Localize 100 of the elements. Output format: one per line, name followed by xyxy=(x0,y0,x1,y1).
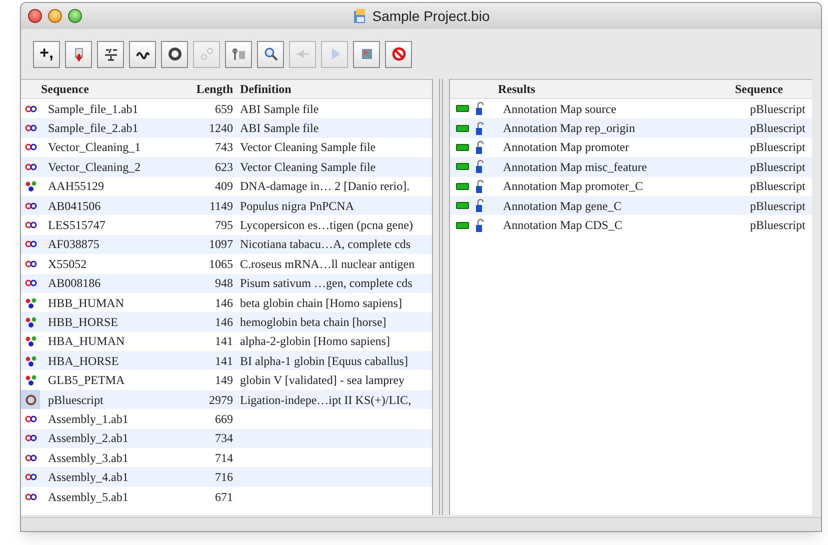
result-name: Annotation Map promoter_C xyxy=(502,178,644,196)
minimize-button[interactable] xyxy=(48,9,62,23)
sequence-name[interactable]: Assembly_3.ab1 xyxy=(40,448,145,467)
result-name: Annotation Map promoter xyxy=(502,139,630,156)
length-cell-text: 716 xyxy=(215,469,233,486)
sequence-cell-text: pBluescript xyxy=(749,100,806,118)
definition-cell-text: beta globin chain [Homo sapiens] xyxy=(239,294,402,312)
column-header[interactable]: Sequence xyxy=(21,80,145,98)
length-cell-text: 146 xyxy=(215,294,233,312)
sequence-name[interactable]: Assembly_1.ab1 xyxy=(40,410,145,428)
molecule-icon xyxy=(24,316,36,328)
molecule-icon xyxy=(24,354,36,367)
sequence-name[interactable]: AAH55129 xyxy=(40,177,145,196)
sequence-name[interactable]: Sample_file_1.ab1 xyxy=(40,100,145,118)
unlock-icon xyxy=(475,218,485,232)
sequence-name[interactable]: Assembly_4.ab1 xyxy=(40,468,145,486)
sequence-name[interactable]: Vector_Cleaning_2 xyxy=(40,158,145,176)
sequence-cell-text: pBluescript xyxy=(749,217,806,234)
length-cell-text: 149 xyxy=(215,372,233,390)
molecule-icon xyxy=(24,335,36,348)
search-icon xyxy=(262,46,278,62)
sequence-name[interactable]: GLB5_PETMA xyxy=(40,371,145,390)
sequence-name[interactable]: Vector_Cleaning_1 xyxy=(40,138,145,156)
unlock-icon xyxy=(475,160,485,174)
length-cell-text: 141 xyxy=(215,352,233,370)
sequence-name[interactable]: AB008186 xyxy=(40,274,145,292)
length-cell-text: 795 xyxy=(215,217,233,234)
ring-icon xyxy=(24,394,36,406)
length-cell-text: 714 xyxy=(215,450,233,467)
length-cell-text: 743 xyxy=(215,139,233,156)
unlock-icon xyxy=(475,199,485,212)
status-light-icon xyxy=(456,202,469,210)
sequence-cell-text: pBluescript xyxy=(749,120,806,138)
column-header[interactable]: Results xyxy=(450,80,735,98)
result-name: Annotation Map gene_C xyxy=(502,198,623,215)
sequence-name[interactable]: LES515747 xyxy=(40,216,145,234)
unlock-icon xyxy=(475,180,485,193)
definition-cell-text: alpha-2-globin [Homo sapiens] xyxy=(239,333,390,350)
sequence-cell-text: pBluescript xyxy=(749,198,806,215)
bars-button[interactable] xyxy=(225,40,252,68)
definition-cell-text: ABI Sample file xyxy=(239,100,319,118)
sequence-name[interactable]: Assembly_5.ab1 xyxy=(40,488,145,506)
sequence-name[interactable]: HBB_HORSE xyxy=(40,312,145,331)
molecule-icon xyxy=(24,374,36,386)
column-header[interactable]: Length xyxy=(145,80,235,98)
status-light-icon xyxy=(456,105,469,112)
definition-cell-text: ABI Sample file xyxy=(239,120,319,138)
sequence-name[interactable]: X55052 xyxy=(40,254,145,273)
result-name: Annotation Map misc_feature xyxy=(502,158,648,176)
document-button[interactable] xyxy=(65,40,92,68)
sequence-name[interactable]: Assembly_2.ab1 xyxy=(40,429,145,448)
definition-cell-text: C.roseus mRNA…ll nuclear antigen xyxy=(239,256,415,273)
ring-icon xyxy=(166,46,182,62)
definition-cell-text: Lycopersicon es…tigen (pcna gene) xyxy=(239,217,413,234)
ring-button[interactable] xyxy=(161,40,188,68)
definition-cell-text: Populus nigra PnPCNA xyxy=(239,198,354,215)
result-name: Annotation Map CDS_C xyxy=(502,217,624,234)
close-button[interactable] xyxy=(28,9,42,23)
molecule-icon xyxy=(24,296,36,309)
unlock-icon xyxy=(475,140,485,154)
status-light-icon xyxy=(456,124,469,132)
sequence-cell-text: pBluescript xyxy=(749,178,806,196)
length-cell-text: 1097 xyxy=(209,236,233,254)
definition-cell-text: Vector Cleaning Sample file xyxy=(239,158,376,176)
length-cell-text: 734 xyxy=(215,430,233,448)
align-icon xyxy=(102,46,118,62)
sequence-name[interactable]: HBA_HUMAN xyxy=(40,332,145,350)
definition-cell-text: BI alpha-1 globin [Equus caballus] xyxy=(239,352,408,370)
length-cell-text: 669 xyxy=(215,410,233,428)
bars-icon xyxy=(230,46,246,62)
add-button[interactable]: +, xyxy=(33,40,60,68)
length-cell-text: 1065 xyxy=(209,256,233,273)
sequence-name[interactable]: AF038875 xyxy=(40,235,145,254)
definition-cell-text: Vector Cleaning Sample file xyxy=(239,139,376,156)
molecule-icon xyxy=(24,180,36,192)
stop-button[interactable] xyxy=(385,40,412,68)
length-cell-text: 2979 xyxy=(209,392,233,409)
result-name: Annotation Map source xyxy=(502,100,618,118)
definition-cell-text: Nicotiana tabacu…A, complete cds xyxy=(239,236,411,254)
zoom-button[interactable] xyxy=(68,9,82,23)
result-name: Annotation Map rep_origin xyxy=(502,120,636,138)
definition-cell-text: Ligation-indepe…ipt II KS(+)/LIC, xyxy=(239,392,412,409)
stop-icon xyxy=(390,46,406,62)
grid-button[interactable] xyxy=(353,40,380,68)
search-button[interactable] xyxy=(257,40,284,68)
window-title: Sample Project.bio xyxy=(372,6,490,26)
sequence-name[interactable]: AB041506 xyxy=(40,196,145,215)
sequence-name[interactable]: Sample_file_2.ab1 xyxy=(40,119,145,138)
length-cell-text: 409 xyxy=(215,178,233,196)
sequence-name[interactable]: HBA_HORSE xyxy=(40,352,145,370)
align-button[interactable] xyxy=(97,40,124,68)
sequence-name[interactable]: pBluescript xyxy=(40,390,145,409)
unlock-icon xyxy=(475,122,485,135)
status-light-icon xyxy=(456,163,469,170)
column-header[interactable]: Definition xyxy=(235,80,292,98)
column-header[interactable]: Sequence xyxy=(735,80,783,98)
wave-button[interactable] xyxy=(129,40,156,68)
sequence-name[interactable]: HBB_HUMAN xyxy=(40,294,145,312)
status-light-icon xyxy=(456,222,469,229)
definition-cell-text: DNA-damage in… 2 [Danio rerio]. xyxy=(239,178,410,196)
